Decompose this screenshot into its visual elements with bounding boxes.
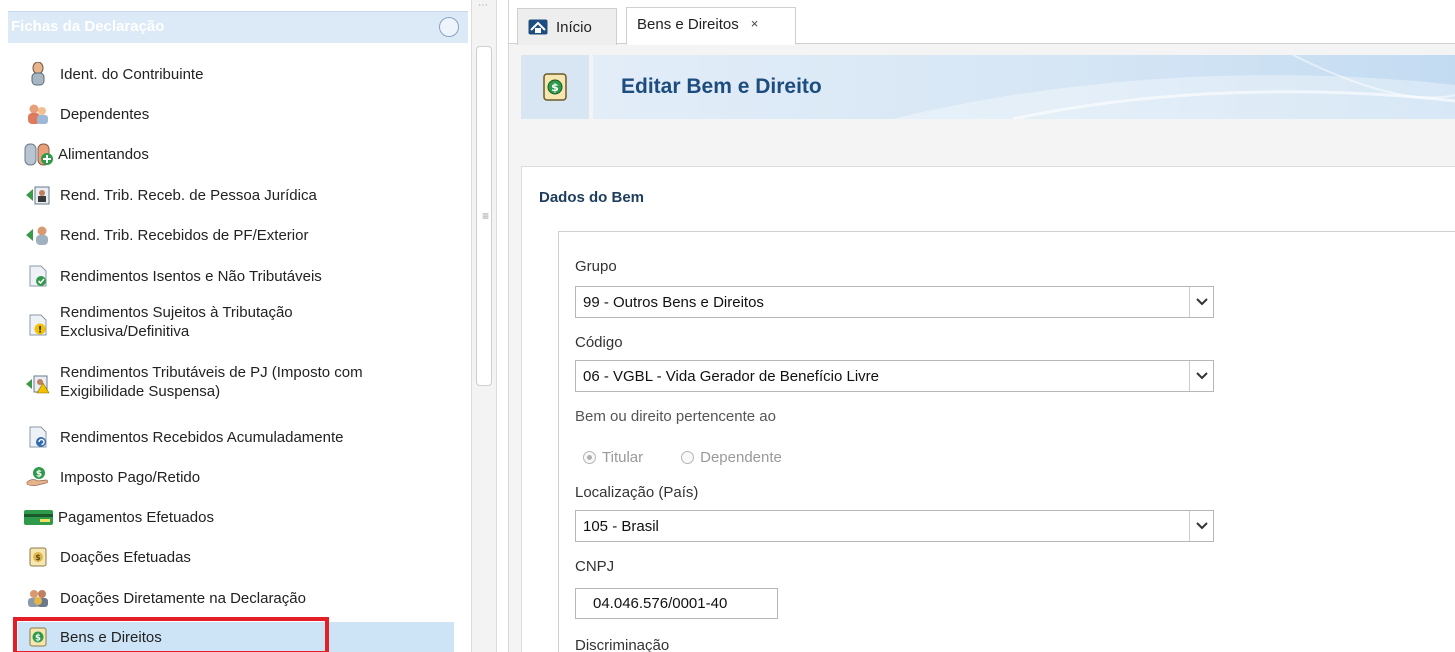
tab-bar: Início Bens e Direitos × bbox=[509, 0, 1455, 45]
collapse-panel-icon[interactable] bbox=[439, 17, 459, 37]
main-content-panel: Início Bens e Direitos × $ Editar Bem e … bbox=[508, 0, 1455, 652]
section-title: Dados do Bem bbox=[539, 189, 645, 206]
svg-text:$: $ bbox=[35, 633, 41, 643]
exclusive-taxation-icon: ! bbox=[26, 313, 50, 337]
grupo-select[interactable]: 99 - Outros Bens e Direitos bbox=[575, 286, 1214, 318]
sidebar-item-ident-contribuinte[interactable]: Ident. do Contribuinte bbox=[18, 61, 454, 87]
codigo-label: Código bbox=[575, 334, 623, 351]
sidebar-item-label: Ident. do Contribuinte bbox=[60, 65, 204, 83]
income-pf-icon bbox=[26, 223, 50, 247]
sidebar-item-doacoes-efetuadas[interactable]: $ Doações Efetuadas bbox=[18, 544, 454, 570]
sidebar-item-label: Pagamentos Efetuados bbox=[58, 508, 214, 526]
discriminacao-label: Discriminação bbox=[575, 637, 670, 652]
codigo-value: 06 - VGBL - Vida Gerador de Benefício Li… bbox=[583, 367, 879, 385]
suspended-tax-icon bbox=[26, 372, 50, 396]
sidebar-item-bens-e-direitos[interactable]: $ Bens e Direitos bbox=[18, 622, 454, 652]
sidebar-item-label: Alimentandos bbox=[58, 145, 149, 163]
sidebar-item-label: Rendimentos Isentos e Não Tributáveis bbox=[60, 267, 322, 285]
sidebar-item-label: Imposto Pago/Retido bbox=[60, 468, 201, 486]
codigo-select[interactable]: 06 - VGBL - Vida Gerador de Benefício Li… bbox=[575, 360, 1214, 392]
pertence-label: Bem ou direito pertencente ao bbox=[575, 408, 776, 425]
chevron-down-icon[interactable] bbox=[1189, 511, 1213, 541]
content-area: Dados do Bem Grupo 99 - Outros Bens e Di… bbox=[521, 166, 1455, 652]
sidebar-item-label: Rend. Trib. Receb. de Pessoa Jurídica bbox=[60, 186, 317, 204]
direct-donations-icon bbox=[26, 586, 50, 610]
declaration-forms-panel: Fichas da Declaração Ident. do Contribui… bbox=[0, 0, 468, 652]
page-banner: $ Editar Bem e Direito bbox=[521, 55, 1455, 119]
sidebar-item-rend-isentos[interactable]: Rendimentos Isentos e Não Tributáveis bbox=[18, 262, 454, 290]
sidebar-item-dependentes[interactable]: Dependentes bbox=[18, 101, 454, 127]
localizacao-label: Localização (País) bbox=[575, 484, 699, 501]
sidebar-item-label: Dependentes bbox=[60, 105, 150, 123]
tab-bens-e-direitos[interactable]: Bens e Direitos × bbox=[626, 7, 796, 45]
exempt-income-icon bbox=[26, 264, 50, 288]
sidebar-item-label: Rendimentos Recebidos Acumuladamente bbox=[60, 428, 344, 446]
svg-text:$: $ bbox=[35, 553, 41, 562]
tab-label: Bens e Direitos bbox=[637, 16, 739, 33]
splitter-grip-icon[interactable]: ≡ bbox=[482, 209, 489, 223]
tax-paid-icon: $ bbox=[26, 465, 50, 489]
sidebar-item-rend-trib-pf[interactable]: Rend. Trib. Recebidos de PF/Exterior bbox=[18, 222, 454, 248]
panel-header: Fichas da Declaração bbox=[8, 11, 468, 43]
asset-form: Grupo 99 - Outros Bens e Direitos Código… bbox=[558, 231, 1455, 652]
sidebar-item-label-line2: Exclusiva/Definitiva bbox=[60, 323, 190, 340]
radio-titular-circle[interactable] bbox=[583, 451, 596, 464]
splitter-dots-icon: ⋯ bbox=[478, 0, 488, 11]
tab-inicio[interactable]: Início bbox=[517, 8, 617, 45]
svg-text:!: ! bbox=[38, 326, 42, 336]
radio-dependente[interactable]: Dependente bbox=[681, 449, 782, 466]
dependents-icon bbox=[26, 102, 50, 126]
sidebar-item-alimentandos[interactable]: Alimentandos bbox=[18, 141, 454, 167]
sidebar-item-imposto-pago[interactable]: $ Imposto Pago/Retido bbox=[18, 463, 454, 491]
page-title: Editar Bem e Direito bbox=[621, 75, 822, 98]
banner-bar: Editar Bem e Direito bbox=[593, 55, 1455, 119]
sidebar-item-doacoes-diretamente[interactable]: Doações Diretamente na Declaração bbox=[18, 585, 454, 611]
sidebar-item-label: Rendimentos Sujeitos à Tributação bbox=[60, 304, 293, 321]
close-tab-icon[interactable]: × bbox=[751, 16, 759, 31]
chevron-down-icon[interactable] bbox=[1189, 287, 1213, 317]
payments-card-icon bbox=[24, 505, 54, 529]
person-icon bbox=[26, 62, 50, 86]
radio-titular[interactable]: Titular bbox=[583, 449, 643, 466]
sidebar-item-label: Bens e Direitos bbox=[60, 628, 162, 646]
sidebar-item-rend-exigibilidade-suspensa[interactable]: Rendimentos Tributáveis de PJ (Imposto c… bbox=[18, 361, 454, 409]
income-pj-icon bbox=[26, 183, 50, 207]
sidebar-item-rend-acumuladamente[interactable]: Rendimentos Recebidos Acumuladamente bbox=[18, 423, 454, 451]
localizacao-select[interactable]: 105 - Brasil bbox=[575, 510, 1214, 542]
localizacao-value: 105 - Brasil bbox=[583, 517, 659, 535]
assets-icon: $ bbox=[26, 625, 50, 649]
panel-title: Fichas da Declaração bbox=[11, 18, 165, 35]
sidebar-item-label-line2: Exigibilidade Suspensa) bbox=[60, 383, 221, 400]
assets-icon: $ bbox=[543, 73, 567, 101]
chevron-down-icon[interactable] bbox=[1189, 361, 1213, 391]
owner-radio-group: Titular Dependente bbox=[583, 449, 820, 466]
alimentandos-icon bbox=[24, 142, 54, 166]
grupo-label: Grupo bbox=[575, 258, 617, 275]
sidebar-item-label: Doações Efetuadas bbox=[60, 548, 191, 566]
radio-titular-label: Titular bbox=[602, 449, 644, 466]
sidebar-item-rend-trib-pj[interactable]: Rend. Trib. Receb. de Pessoa Jurídica bbox=[18, 182, 454, 208]
sidebar-item-pagamentos[interactable]: Pagamentos Efetuados bbox=[18, 504, 454, 530]
svg-text:$: $ bbox=[36, 470, 42, 480]
grupo-value: 99 - Outros Bens e Direitos bbox=[583, 293, 764, 311]
tab-label: Início bbox=[556, 18, 592, 36]
home-icon bbox=[528, 19, 548, 35]
radio-dependente-label: Dependente bbox=[700, 449, 782, 466]
cnpj-input[interactable]: 04.046.576/0001-40 bbox=[575, 588, 778, 619]
sidebar-item-label: Rend. Trib. Recebidos de PF/Exterior bbox=[60, 226, 309, 244]
svg-text:$: $ bbox=[551, 81, 559, 94]
radio-dependente-circle[interactable] bbox=[681, 451, 695, 464]
banner-icon-box: $ bbox=[521, 55, 589, 119]
cnpj-label: CNPJ bbox=[575, 558, 615, 575]
sidebar-item-label: Rendimentos Tributáveis de PJ (Imposto c… bbox=[60, 364, 363, 381]
sidebar-item-label: Doações Diretamente na Declaração bbox=[60, 589, 306, 607]
donations-icon: $ bbox=[26, 545, 50, 569]
sidebar-item-rend-exclusiva[interactable]: ! Rendimentos Sujeitos à Tributação Excl… bbox=[18, 301, 454, 349]
accumulated-income-icon bbox=[26, 425, 50, 449]
